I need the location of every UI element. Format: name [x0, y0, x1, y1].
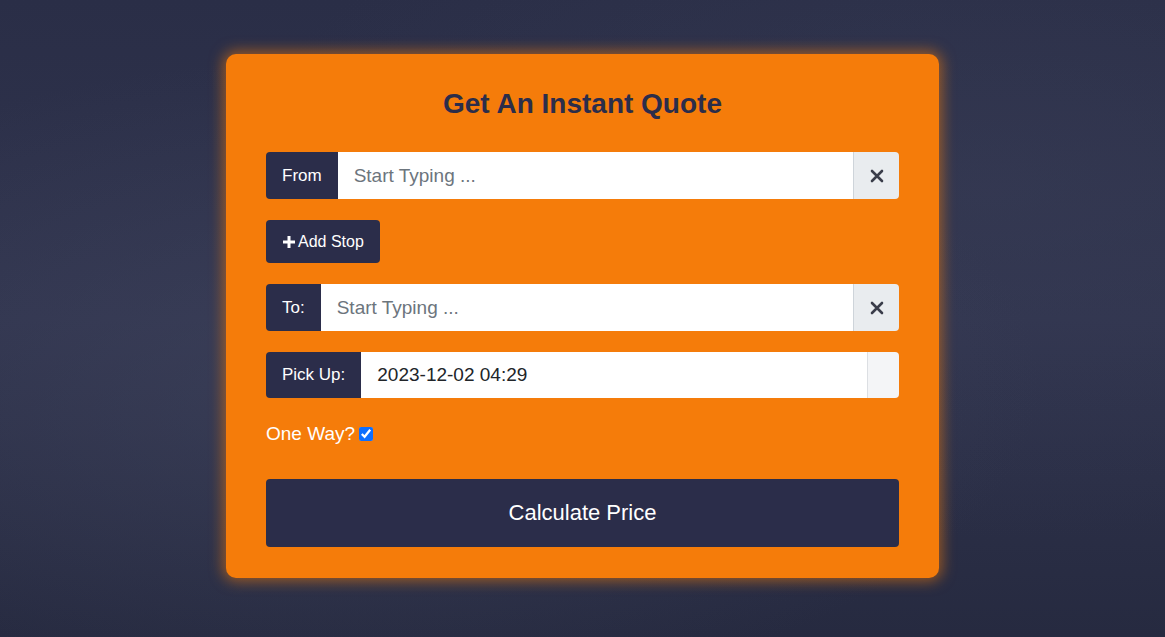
quote-card: Get An Instant Quote From Add Stop To: Pick … — [226, 54, 939, 578]
calculate-price-button[interactable]: Calculate Price — [266, 479, 899, 547]
to-field: To: — [266, 284, 899, 331]
to-label: To: — [266, 284, 321, 331]
plus-icon — [282, 235, 296, 249]
one-way-checkbox[interactable] — [359, 427, 373, 441]
pickup-label: Pick Up: — [266, 352, 361, 398]
add-stop-button[interactable]: Add Stop — [266, 220, 380, 263]
close-icon — [870, 169, 884, 183]
to-input[interactable] — [321, 284, 853, 331]
one-way-checkbox-row[interactable]: One Way? — [266, 422, 899, 446]
from-field: From — [266, 152, 899, 199]
pickup-input[interactable] — [361, 352, 867, 398]
to-clear-button[interactable] — [853, 284, 899, 331]
one-way-label: One Way? — [266, 422, 355, 446]
card-title: Get An Instant Quote — [266, 86, 899, 122]
from-label: From — [266, 152, 338, 199]
page: Get An Instant Quote From Add Stop To: Pick … — [0, 0, 1165, 637]
calendar-addon[interactable] — [867, 352, 899, 398]
from-input[interactable] — [338, 152, 853, 199]
add-stop-row: Add Stop — [266, 220, 899, 263]
add-stop-label: Add Stop — [298, 233, 364, 251]
close-icon — [870, 301, 884, 315]
pickup-field: Pick Up: — [266, 352, 899, 398]
from-clear-button[interactable] — [853, 152, 899, 199]
